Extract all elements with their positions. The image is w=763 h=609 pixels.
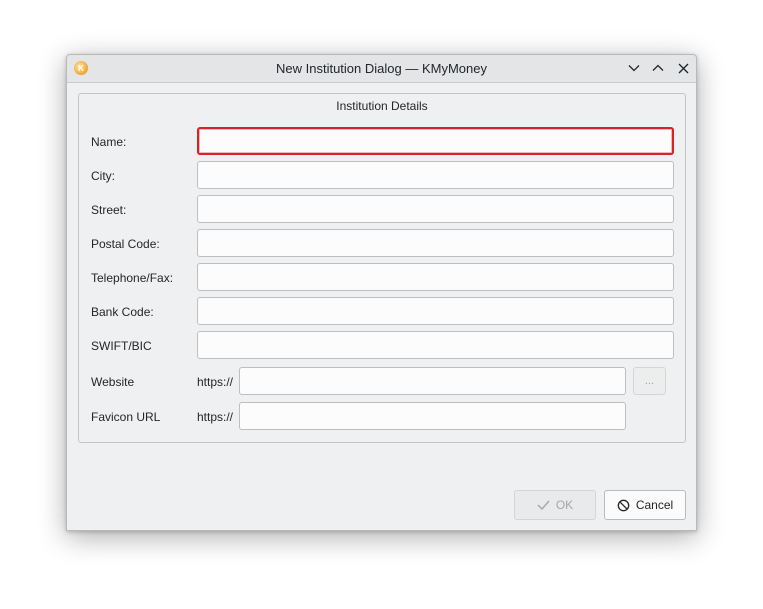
dialog-window: K New Institution Dialog — KMyMoney Inst… [66,54,697,531]
postal-code-label: Postal Code: [91,237,160,251]
browse-button-label: ... [644,375,655,387]
website-label: Website [91,375,135,389]
ok-button-label: OK [555,498,574,512]
institution-details-group: Institution Details Name: City: Street: … [78,93,686,443]
swift-label: SWIFT/BIC [91,339,152,353]
bank-code-field[interactable] [197,297,674,325]
favicon-prefix: https:// [197,410,234,424]
cancel-icon [617,499,630,511]
city-label: City: [91,169,115,183]
street-label: Street: [91,203,127,217]
telephone-label: Telephone/Fax: [91,271,174,285]
close-icon [678,63,688,73]
city-field[interactable] [197,161,674,189]
postal-code-field[interactable] [197,229,674,257]
swift-field[interactable] [197,331,674,359]
telephone-field[interactable] [197,263,674,291]
window-title: New Institution Dialog — KMyMoney [276,61,487,76]
cancel-button[interactable]: Cancel [604,490,686,520]
group-title: Institution Details [336,99,428,113]
website-prefix: https:// [197,375,234,389]
ok-button[interactable]: OK [514,490,596,520]
maximize-button[interactable] [649,59,667,77]
favicon-field[interactable] [239,402,626,430]
bank-code-label: Bank Code: [91,305,154,319]
minimize-button[interactable] [625,59,643,77]
favicon-label: Favicon URL [91,410,161,424]
website-field[interactable] [239,367,626,395]
name-label: Name: [91,135,127,149]
chevron-down-icon [628,65,640,72]
title-bar[interactable]: K New Institution Dialog — KMyMoney [67,55,696,83]
name-field[interactable] [197,127,674,155]
chevron-up-icon [652,64,664,71]
cancel-button-label: Cancel [635,498,674,512]
check-icon [537,500,550,510]
close-button[interactable] [674,59,692,77]
street-field[interactable] [197,195,674,223]
website-browse-button[interactable]: ... [633,367,666,395]
